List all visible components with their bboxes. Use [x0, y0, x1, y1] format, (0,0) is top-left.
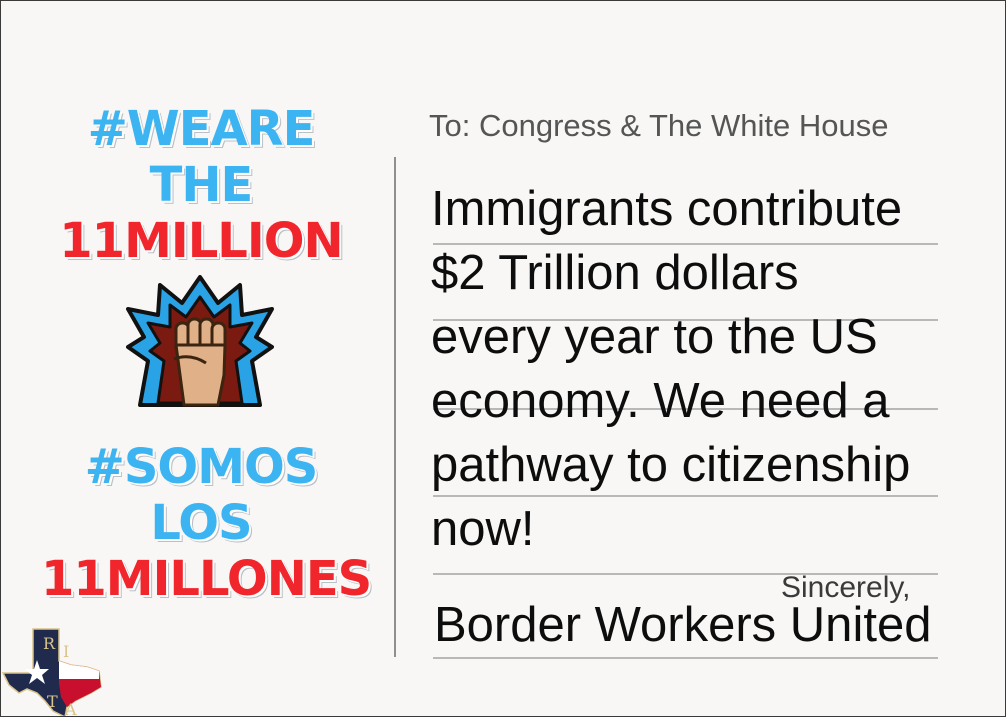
- slogan-spanish-line1: #SOMOS: [84, 439, 319, 495]
- slogan-spanish-line2: LOS: [150, 495, 252, 551]
- slogan-english-line1: #WEARE: [87, 101, 316, 157]
- slogan-english-line2: THE: [149, 157, 254, 213]
- logo-letter-r: R: [43, 634, 56, 653]
- slogan-spanish-line3: 11MILLONES: [41, 551, 372, 607]
- message-line: now!: [431, 502, 535, 556]
- texas-logo-icon: R I T A: [1, 628, 102, 717]
- signature-text: Border Workers United: [434, 598, 932, 652]
- logo-letter-i: I: [63, 642, 69, 661]
- writing-rule: [433, 657, 938, 659]
- message-line: economy. We need a: [431, 374, 890, 428]
- slogan-english-line3: 11MILLION: [59, 213, 343, 269]
- logo-letter-a: A: [64, 700, 77, 717]
- logo-letter-t: T: [47, 692, 58, 711]
- message-line: Immigrants contribute: [431, 182, 903, 236]
- raised-fist-icon: [126, 275, 274, 407]
- postcard: #WEARE THE 11MILLION #SOMOS LOS 11MILLON…: [0, 0, 1006, 717]
- message-line: every year to the US: [431, 310, 878, 364]
- slogan-english: #WEARE THE 11MILLION: [41, 101, 361, 269]
- recipient-line: To: Congress & The White House: [429, 108, 889, 143]
- message-line: $2 Trillion dollars: [431, 246, 799, 300]
- message-line: pathway to citizenship: [431, 438, 911, 492]
- message-body: Immigrants contribute $2 Trillion dollar…: [431, 177, 991, 561]
- slogan-spanish: #SOMOS LOS 11MILLONES: [41, 439, 372, 607]
- vertical-divider: [394, 157, 396, 657]
